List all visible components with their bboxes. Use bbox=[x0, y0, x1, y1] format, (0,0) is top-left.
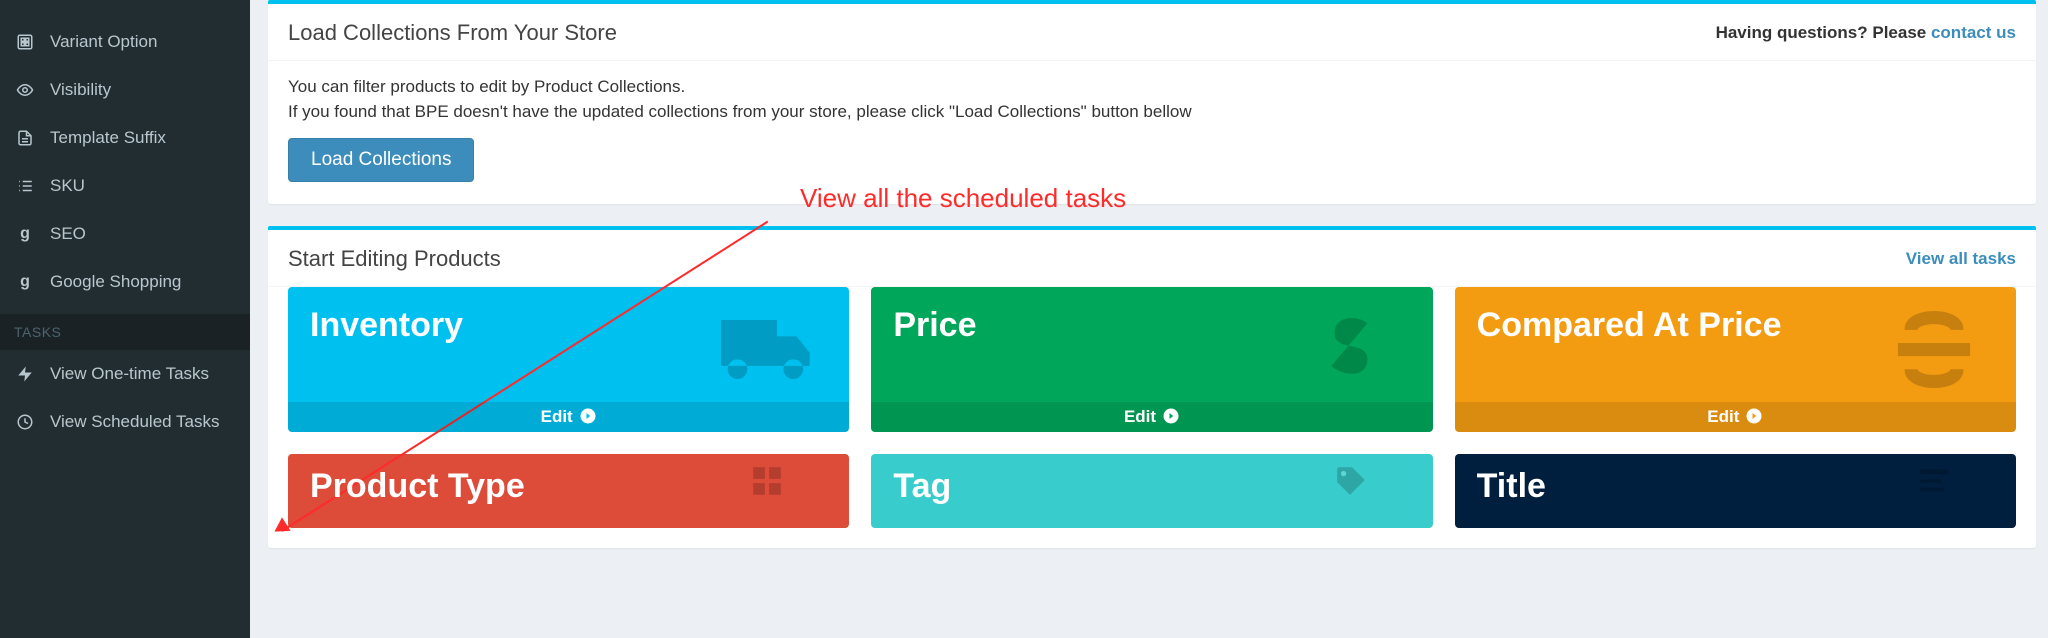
sidebar-item-label: View One-time Tasks bbox=[50, 364, 209, 384]
sidebar-item-one-time-tasks[interactable]: View One-time Tasks bbox=[0, 350, 250, 398]
sidebar-item-label: Template Suffix bbox=[50, 128, 166, 148]
card-product-type[interactable]: Product Type bbox=[288, 454, 849, 528]
edit-label: Edit bbox=[1707, 407, 1739, 427]
panel-title: Load Collections From Your Store bbox=[288, 20, 617, 46]
sidebar-item-scheduled-tasks[interactable]: View Scheduled Tasks bbox=[0, 398, 250, 446]
help-text: Having questions? Please contact us bbox=[1716, 23, 2016, 43]
sidebar-section-tasks: TASKS bbox=[0, 314, 250, 350]
card-title-card[interactable]: Title bbox=[1455, 454, 2016, 528]
card-grid: Inventory Edit Price Edit bbox=[268, 287, 2036, 548]
card-title: Price bbox=[871, 287, 1432, 344]
sidebar-item-google-shopping[interactable]: g Google Shopping bbox=[0, 258, 250, 306]
g-icon: g bbox=[14, 223, 36, 245]
panel-body: You can filter products to edit by Produ… bbox=[268, 61, 2036, 204]
g-icon: g bbox=[14, 271, 36, 293]
card-tag[interactable]: Tag bbox=[871, 454, 1432, 528]
card-edit-bar[interactable]: Edit bbox=[871, 402, 1432, 432]
card-compared-at-price[interactable]: Compared At Price Edit bbox=[1455, 287, 2016, 432]
edit-label: Edit bbox=[1124, 407, 1156, 427]
sidebar-item-label: Google Shopping bbox=[50, 272, 181, 292]
sidebar-item-label: Variant Option bbox=[50, 32, 157, 52]
sidebar-item-template-suffix[interactable]: Template Suffix bbox=[0, 114, 250, 162]
panel-start-editing: Start Editing Products View all tasks In… bbox=[268, 226, 2036, 548]
card-title: Compared At Price bbox=[1455, 287, 2016, 344]
sidebar-item-sku[interactable]: SKU bbox=[0, 162, 250, 210]
load-collections-desc-line2: If you found that BPE doesn't have the u… bbox=[288, 100, 2016, 125]
arrow-right-circle-icon bbox=[1745, 407, 1763, 427]
card-title: Title bbox=[1455, 454, 2016, 505]
grid-icon bbox=[14, 31, 36, 53]
panel-load-collections: Load Collections From Your Store Having … bbox=[268, 0, 2036, 204]
sidebar-item-label: SKU bbox=[50, 176, 85, 196]
card-title: Tag bbox=[871, 454, 1432, 505]
arrow-right-circle-icon bbox=[1162, 407, 1180, 427]
load-collections-button[interactable]: Load Collections bbox=[288, 138, 474, 182]
file-icon bbox=[14, 127, 36, 149]
card-title: Inventory bbox=[288, 287, 849, 344]
sidebar: Variant Option Visibility Template Suffi… bbox=[0, 0, 250, 638]
sidebar-item-label: View Scheduled Tasks bbox=[50, 412, 219, 432]
sidebar-item-label: Visibility bbox=[50, 80, 111, 100]
panel-header: Load Collections From Your Store Having … bbox=[268, 4, 2036, 61]
help-prefix: Having questions? Please bbox=[1716, 23, 1931, 42]
edit-label: Edit bbox=[541, 407, 573, 427]
card-inventory[interactable]: Inventory Edit bbox=[288, 287, 849, 432]
sidebar-item-visibility[interactable]: Visibility bbox=[0, 66, 250, 114]
main: Load Collections From Your Store Having … bbox=[250, 0, 2048, 638]
panel-header: Start Editing Products View all tasks bbox=[268, 230, 2036, 287]
contact-us-link[interactable]: contact us bbox=[1931, 23, 2016, 42]
card-price[interactable]: Price Edit bbox=[871, 287, 1432, 432]
load-collections-desc-line1: You can filter products to edit by Produ… bbox=[288, 75, 2016, 100]
card-edit-bar[interactable]: Edit bbox=[1455, 402, 2016, 432]
sidebar-item-label: SEO bbox=[50, 224, 86, 244]
list-icon bbox=[14, 175, 36, 197]
bolt-icon bbox=[14, 363, 36, 385]
arrow-right-circle-icon bbox=[579, 407, 597, 427]
sidebar-item-variant-option[interactable]: Variant Option bbox=[0, 18, 250, 66]
view-all-tasks-link[interactable]: View all tasks bbox=[1906, 249, 2016, 269]
card-edit-bar[interactable]: Edit bbox=[288, 402, 849, 432]
sidebar-item-seo[interactable]: g SEO bbox=[0, 210, 250, 258]
clock-icon bbox=[14, 411, 36, 433]
card-title: Product Type bbox=[288, 454, 849, 505]
panel-title: Start Editing Products bbox=[288, 246, 501, 272]
eye-icon bbox=[14, 79, 36, 101]
